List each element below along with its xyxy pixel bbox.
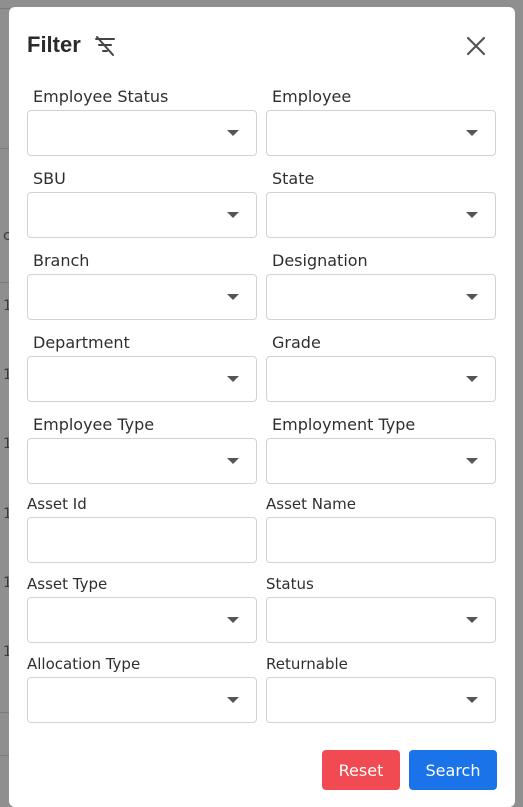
chevron-down-icon — [466, 697, 478, 703]
allocation-type-select[interactable] — [27, 677, 257, 723]
designation-select[interactable] — [266, 274, 496, 320]
close-icon[interactable] — [463, 33, 489, 59]
chevron-down-icon — [227, 617, 239, 623]
state-label: State — [272, 169, 315, 188]
filter-off-icon — [93, 34, 117, 58]
asset-id-label: Asset Id — [27, 495, 87, 513]
chevron-down-icon — [227, 212, 239, 218]
chevron-down-icon — [466, 294, 478, 300]
filter-modal: Filter Employee Status Employee SBU Stat… — [9, 7, 515, 807]
chevron-down-icon — [227, 458, 239, 464]
status-label: Status — [266, 575, 314, 593]
branch-select[interactable] — [27, 274, 257, 320]
chevron-down-icon — [227, 697, 239, 703]
chevron-down-icon — [466, 458, 478, 464]
asset-id-input[interactable] — [27, 517, 257, 563]
employment-type-select[interactable] — [266, 438, 496, 484]
employee-label: Employee — [272, 87, 352, 106]
employee-type-select[interactable] — [27, 438, 257, 484]
employment-type-label: Employment Type — [272, 415, 416, 434]
employee-status-select[interactable] — [27, 110, 257, 156]
state-select[interactable] — [266, 192, 496, 238]
modal-title: Filter — [27, 32, 81, 57]
branch-label: Branch — [33, 251, 90, 270]
department-select[interactable] — [27, 356, 257, 402]
asset-type-label: Asset Type — [27, 575, 108, 593]
chevron-down-icon — [227, 294, 239, 300]
grade-select[interactable] — [266, 356, 496, 402]
status-select[interactable] — [266, 597, 496, 643]
returnable-label: Returnable — [266, 655, 348, 673]
asset-name-input[interactable] — [266, 517, 496, 563]
grade-label: Grade — [272, 333, 321, 352]
reset-button[interactable]: Reset — [322, 750, 400, 790]
chevron-down-icon — [227, 130, 239, 136]
chevron-down-icon — [227, 376, 239, 382]
chevron-down-icon — [466, 617, 478, 623]
search-button[interactable]: Search — [409, 750, 497, 790]
sbu-label: SBU — [33, 169, 66, 188]
returnable-select[interactable] — [266, 677, 496, 723]
employee-type-label: Employee Type — [33, 415, 155, 434]
allocation-type-label: Allocation Type — [27, 655, 141, 673]
chevron-down-icon — [466, 212, 478, 218]
department-label: Department — [33, 333, 130, 352]
asset-type-select[interactable] — [27, 597, 257, 643]
chevron-down-icon — [466, 376, 478, 382]
employee-select[interactable] — [266, 110, 496, 156]
employee-status-label: Employee Status — [33, 87, 169, 106]
modal-header: Filter — [9, 7, 515, 77]
asset-name-label: Asset Name — [266, 495, 357, 513]
chevron-down-icon — [466, 130, 478, 136]
designation-label: Designation — [272, 251, 368, 270]
sbu-select[interactable] — [27, 192, 257, 238]
